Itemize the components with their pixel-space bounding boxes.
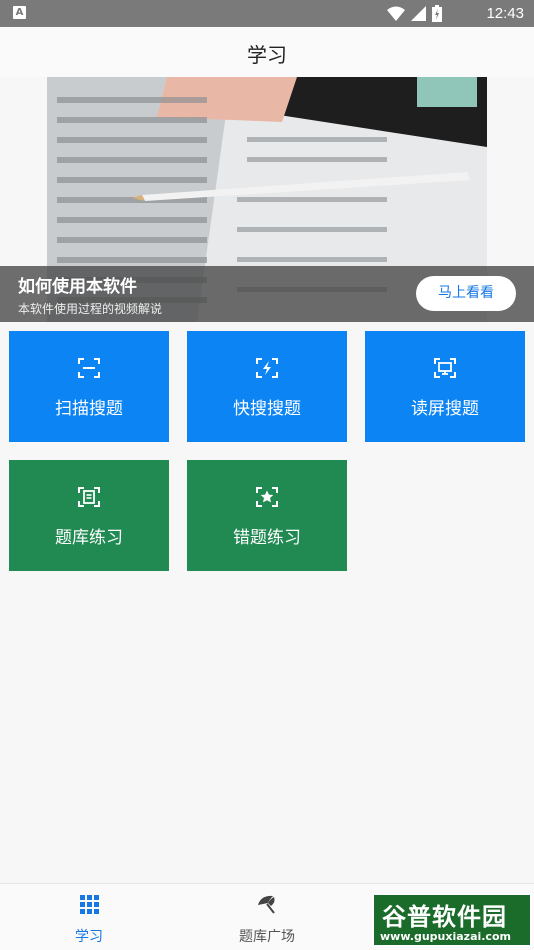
wrong-question-icon xyxy=(256,487,278,507)
system-icons xyxy=(387,5,442,22)
nav-tab-question-plaza[interactable]: 题库广场 xyxy=(178,884,356,950)
tile-label: 题库练习 xyxy=(55,528,123,548)
watermark-url: www.gupuxiazai.com xyxy=(380,930,511,943)
app-notification-icon: A xyxy=(13,6,26,19)
banner-title: 如何使用本软件 xyxy=(18,277,137,297)
quick-search-tile[interactable]: 快搜搜题 xyxy=(187,331,347,442)
app-header: 学习 xyxy=(0,27,534,77)
status-bar: A 12:43 xyxy=(0,0,534,27)
wrong-question-practice-tile[interactable]: 错题练习 xyxy=(187,460,347,571)
scan-icon xyxy=(78,358,100,378)
watermark-badge: 谷普软件园 www.gupuxiazai.com xyxy=(372,893,532,947)
question-bank-practice-tile[interactable]: 题库练习 xyxy=(9,460,169,571)
grid-icon xyxy=(80,895,99,914)
nav-label: 学习 xyxy=(75,929,103,945)
umbrella-icon xyxy=(258,895,275,914)
nav-tab-study[interactable]: 学习 xyxy=(0,884,178,950)
watch-now-button[interactable]: 马上看看 xyxy=(416,276,516,311)
question-bank-icon xyxy=(78,487,100,507)
screen-read-icon xyxy=(434,358,456,378)
screen-read-search-tile[interactable]: 读屏搜题 xyxy=(365,331,525,442)
battery-icon xyxy=(432,5,442,22)
banner-subtitle: 本软件使用过程的视频解说 xyxy=(18,302,163,316)
watermark-name: 谷普软件园 xyxy=(382,903,507,931)
quick-scan-icon xyxy=(256,358,278,378)
banner-caption: 如何使用本软件 本软件使用过程的视频解说 马上看看 xyxy=(0,266,534,322)
signal-icon xyxy=(411,6,426,21)
page-title: 学习 xyxy=(247,43,287,67)
screen: A 12:43 学习 如何使用本软件 本软件使用过程的视频解说 马上看看 扫描搜… xyxy=(0,0,534,950)
clock: 12:43 xyxy=(486,5,524,22)
tile-label: 错题练习 xyxy=(233,528,301,548)
tile-label: 快搜搜题 xyxy=(233,399,301,419)
tile-label: 扫描搜题 xyxy=(55,399,123,419)
nav-label: 题库广场 xyxy=(239,929,295,945)
wifi-icon xyxy=(387,6,405,21)
scan-search-tile[interactable]: 扫描搜题 xyxy=(9,331,169,442)
tile-label: 读屏搜题 xyxy=(411,399,479,419)
